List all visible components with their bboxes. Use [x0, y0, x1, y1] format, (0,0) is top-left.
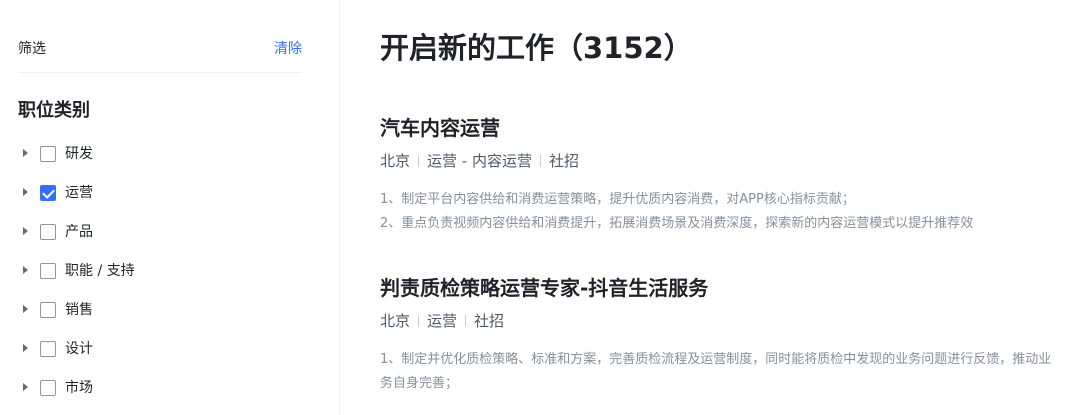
job-desc-line: 1、制定平台内容供给和消费运营策略，提升优质内容消费，对APP核心指标贡献；: [380, 192, 855, 207]
job-meta: 北京 运营 社招: [380, 310, 1060, 332]
filter-title: 筛选: [18, 41, 46, 57]
meta-separator: [418, 155, 420, 167]
category-list: 研发 运营 产品 职能 / 支持 销售 设计 市场: [18, 135, 318, 408]
category-label: 研发: [65, 146, 93, 162]
expand-caret-icon[interactable]: [23, 383, 28, 391]
expand-caret-icon[interactable]: [23, 344, 28, 352]
expand-caret-icon[interactable]: [23, 149, 28, 157]
category-item-support[interactable]: 职能 / 支持: [18, 252, 318, 291]
job-card[interactable]: 汽车内容运营 北京 运营 - 内容运营 社招 1、制定平台内容供给和消费运营策略，提…: [380, 114, 1060, 236]
job-list-main: 开启新的工作（3152） 汽车内容运营 北京 运营 - 内容运营 社招 1、制定平台…: [380, 0, 1060, 415]
clear-filter-button[interactable]: 清除: [274, 38, 302, 60]
job-meta: 北京 运营 - 内容运营 社招: [380, 150, 1060, 172]
category-label: 市场: [65, 380, 93, 396]
job-title[interactable]: 判责质检策略运营专家-抖音生活服务: [380, 274, 1060, 302]
category-item-product[interactable]: 产品: [18, 213, 318, 252]
category-checkbox[interactable]: [40, 185, 56, 201]
expand-caret-icon[interactable]: [23, 266, 28, 274]
job-type: 社招: [474, 312, 505, 330]
category-checkbox[interactable]: [40, 224, 56, 240]
category-checkbox[interactable]: [40, 263, 56, 279]
category-checkbox[interactable]: [40, 341, 56, 357]
category-item-marketing[interactable]: 市场: [18, 369, 318, 408]
category-item-rd[interactable]: 研发: [18, 135, 318, 174]
category-item-design[interactable]: 设计: [18, 330, 318, 369]
job-desc-line: 2、重点负责视频内容供给和消费提升，拓展消费场景及消费深度，探索新的内容运营模式…: [380, 216, 974, 231]
category-label: 设计: [65, 341, 93, 357]
expand-caret-icon[interactable]: [23, 305, 28, 313]
filter-header: 筛选 清除: [18, 38, 302, 60]
category-label: 产品: [65, 224, 93, 240]
job-type: 社招: [548, 152, 579, 170]
category-item-sales[interactable]: 销售: [18, 291, 318, 330]
filter-sidebar: 筛选 清除 职位类别 研发 运营 产品 职能 / 支持 销售 设计 市场: [0, 0, 340, 415]
job-desc-line: 1、制定并优化质检策略、标准和方案，完善质检流程及运营制度，同时能将质检中发现的…: [380, 352, 1052, 391]
category-label: 销售: [65, 302, 93, 318]
category-checkbox[interactable]: [40, 302, 56, 318]
job-city: 北京: [380, 152, 411, 170]
page-title: 开启新的工作（3152）: [380, 31, 693, 65]
category-item-operations[interactable]: 运营: [18, 174, 318, 213]
category-label: 运营: [65, 185, 93, 201]
expand-caret-icon[interactable]: [23, 188, 28, 196]
meta-separator: [465, 315, 467, 327]
filter-divider: [18, 72, 302, 73]
meta-separator: [418, 315, 420, 327]
job-city: 北京: [380, 312, 411, 330]
category-label: 职能 / 支持: [65, 263, 135, 279]
category-section-title: 职位类别: [18, 100, 90, 121]
expand-caret-icon[interactable]: [23, 227, 28, 235]
meta-separator: [539, 155, 541, 167]
job-title[interactable]: 汽车内容运营: [380, 114, 1060, 142]
job-category: 运营: [427, 312, 458, 330]
job-description: 1、制定平台内容供给和消费运营策略，提升优质内容消费，对APP核心指标贡献； 2…: [380, 188, 1060, 236]
job-description: 1、制定并优化质检策略、标准和方案，完善质检流程及运营制度，同时能将质检中发现的…: [380, 348, 1060, 396]
category-checkbox[interactable]: [40, 146, 56, 162]
category-checkbox[interactable]: [40, 380, 56, 396]
job-category: 运营 - 内容运营: [427, 152, 532, 170]
job-card[interactable]: 判责质检策略运营专家-抖音生活服务 北京 运营 社招 1、制定并优化质检策略、标准和…: [380, 274, 1060, 396]
